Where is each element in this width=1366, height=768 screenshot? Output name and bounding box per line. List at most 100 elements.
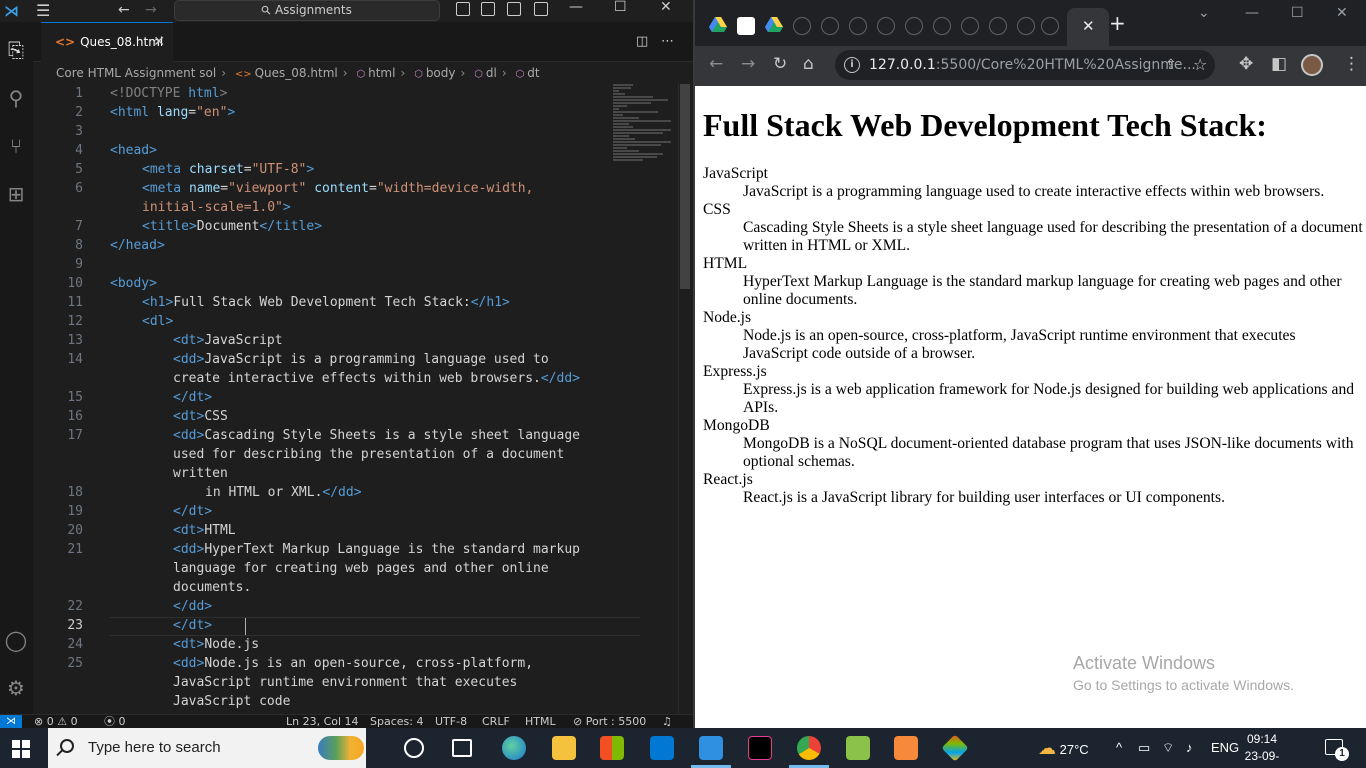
windows-start-icon[interactable] (12, 740, 30, 758)
minimap[interactable] (613, 84, 675, 194)
chrome-taskbar-icon[interactable] (789, 736, 829, 768)
tab-loading-icon[interactable] (1041, 17, 1059, 35)
tab-search-chevron-icon[interactable]: ⌄ (1198, 5, 1210, 21)
search-highlight-icon[interactable] (318, 736, 364, 760)
close-tab-icon[interactable]: ✕ (153, 23, 165, 61)
explorer-icon[interactable]: ⎘ (4, 38, 28, 62)
weather-widget[interactable]: ☁ 27°C (1038, 728, 1089, 768)
minimize-icon[interactable]: — (1245, 5, 1259, 21)
tab-loading-icon[interactable] (1017, 17, 1035, 35)
toggle-panel-icon[interactable] (481, 2, 495, 16)
side-panel-icon[interactable]: ◧ (1271, 54, 1287, 74)
minimize-icon[interactable]: — (569, 0, 583, 15)
breadcrumb-dl[interactable]: dl (486, 66, 497, 80)
forward-arrow-icon[interactable]: → (741, 54, 755, 74)
volume-icon[interactable]: ♪ (1186, 728, 1193, 768)
settings-gear-icon[interactable]: ⚙ (4, 676, 28, 700)
system-clock[interactable]: 09:14 23-09-2023 (1232, 731, 1292, 768)
more-menu-icon[interactable]: ⋮ (1343, 54, 1360, 74)
live-server-port[interactable]: ⊘ Port : 5500 (573, 715, 646, 728)
battery-icon[interactable]: ▭ (1138, 728, 1150, 768)
close-window-icon[interactable]: ✕ (660, 0, 672, 15)
new-tab-icon[interactable]: + (1109, 11, 1126, 35)
code-editor[interactable]: 1 2 3 4 5 6 7 8 9 10 11 12 13 14 15 16 1… (33, 84, 693, 714)
scrollbar-thumb[interactable] (680, 84, 690, 289)
app-icon[interactable] (846, 736, 870, 760)
mail-icon[interactable] (650, 736, 674, 760)
forward-arrow-icon[interactable]: → (145, 2, 157, 18)
command-center-search[interactable]: ⚲Assignments (174, 0, 440, 21)
ports-indicator[interactable]: ⦿ 0 (104, 715, 126, 728)
microsoft-store-icon[interactable] (600, 736, 624, 760)
reload-icon[interactable]: ↻ (773, 54, 787, 74)
encoding[interactable]: UTF-8 (435, 715, 467, 728)
breadcrumb-body[interactable]: body (426, 66, 456, 80)
network-icon[interactable]: ⌔ (1162, 728, 1174, 768)
edge-browser-icon[interactable] (502, 736, 526, 760)
customize-layout-icon[interactable] (534, 2, 548, 16)
search-view-icon[interactable]: ⚲ (4, 86, 28, 110)
tab-google-drive-2[interactable] (765, 17, 783, 35)
close-tab-icon[interactable]: ✕ (1082, 17, 1095, 35)
tab-favicon-dark[interactable] (737, 17, 755, 35)
more-actions-icon[interactable]: ⋯ (661, 34, 674, 49)
menu-icon[interactable]: ☰ (36, 1, 50, 20)
back-arrow-icon[interactable]: ← (118, 2, 130, 18)
code-line: </dd> (173, 599, 213, 614)
line-ending[interactable]: CRLF (482, 715, 510, 728)
indentation[interactable]: Spaces: 4 (370, 715, 423, 728)
problems-indicator[interactable]: ⊗ 0 ⚠ 0 (34, 715, 78, 728)
task-view-icon[interactable] (452, 739, 472, 757)
file-explorer-icon[interactable] (552, 736, 576, 760)
cursor-position[interactable]: Ln 23, Col 14 (286, 715, 359, 728)
tab-loading-icon[interactable] (821, 17, 839, 35)
list-term: Express.js (703, 363, 767, 380)
cortana-icon[interactable] (404, 738, 424, 758)
profile-avatar[interactable] (1301, 54, 1323, 76)
url-host: 127.0.0.1 (869, 57, 936, 73)
share-icon[interactable]: ⇪ (1165, 50, 1177, 80)
notification-center-icon[interactable]: 1 (1325, 739, 1349, 761)
split-editor-icon[interactable]: ◫ (636, 34, 648, 49)
language-mode[interactable]: HTML (525, 715, 556, 728)
vscode-taskbar-icon[interactable] (691, 736, 731, 768)
maximize-icon[interactable]: ☐ (1291, 5, 1304, 21)
tab-loading-icon[interactable] (849, 17, 867, 35)
remote-indicator-icon[interactable]: ⋊ (0, 715, 22, 728)
text-caret (245, 618, 246, 635)
extensions-puzzle-icon[interactable]: ✥ (1239, 54, 1253, 74)
github-icon[interactable] (793, 17, 811, 35)
maximize-icon[interactable]: ☐ (614, 0, 627, 15)
source-control-icon[interactable]: ⑂ (4, 134, 28, 158)
toggle-sidebar-icon[interactable] (456, 2, 470, 16)
site-info-icon[interactable]: i (844, 57, 860, 73)
app-icon[interactable] (941, 734, 969, 762)
tab-loading-icon[interactable] (877, 17, 895, 35)
close-window-icon[interactable]: ✕ (1336, 5, 1348, 21)
code-line: </dt> (173, 504, 213, 519)
notifications-bell-icon[interactable]: ♫ (662, 715, 672, 728)
breadcrumb-folder[interactable]: Core HTML Assignment sol (56, 66, 216, 80)
line-number: 17 (67, 428, 83, 443)
home-icon[interactable]: ⌂ (803, 54, 814, 74)
accounts-icon[interactable]: ◯ (4, 628, 28, 652)
tab-google-drive[interactable] (709, 17, 727, 35)
address-bar[interactable]: i 127.0.0.1:5500/Core%20HTML%20Assignme.… (835, 50, 1215, 80)
jetbrains-icon[interactable] (748, 736, 772, 760)
tab-loading-icon[interactable] (989, 17, 1007, 35)
breadcrumb-dt[interactable]: dt (527, 66, 539, 80)
extensions-icon[interactable]: ⊞ (4, 182, 28, 206)
toggle-secondary-sidebar-icon[interactable] (507, 2, 521, 16)
tab-loading-icon[interactable] (933, 17, 951, 35)
active-tab[interactable]: ✕ (1067, 8, 1109, 46)
tab-ques-08[interactable]: <> Ques_08.html ✕ (41, 22, 173, 62)
tab-loading-icon[interactable] (905, 17, 923, 35)
breadcrumb-html[interactable]: html (368, 66, 395, 80)
bookmark-star-icon[interactable]: ☆ (1193, 50, 1207, 80)
editor-scrollbar[interactable] (678, 84, 690, 714)
breadcrumb-file[interactable]: Ques_08.html (255, 66, 338, 80)
show-hidden-icons[interactable]: ^ (1116, 728, 1122, 768)
app-icon[interactable] (894, 736, 918, 760)
back-arrow-icon[interactable]: ← (709, 54, 723, 74)
tab-loading-icon[interactable] (961, 17, 979, 35)
